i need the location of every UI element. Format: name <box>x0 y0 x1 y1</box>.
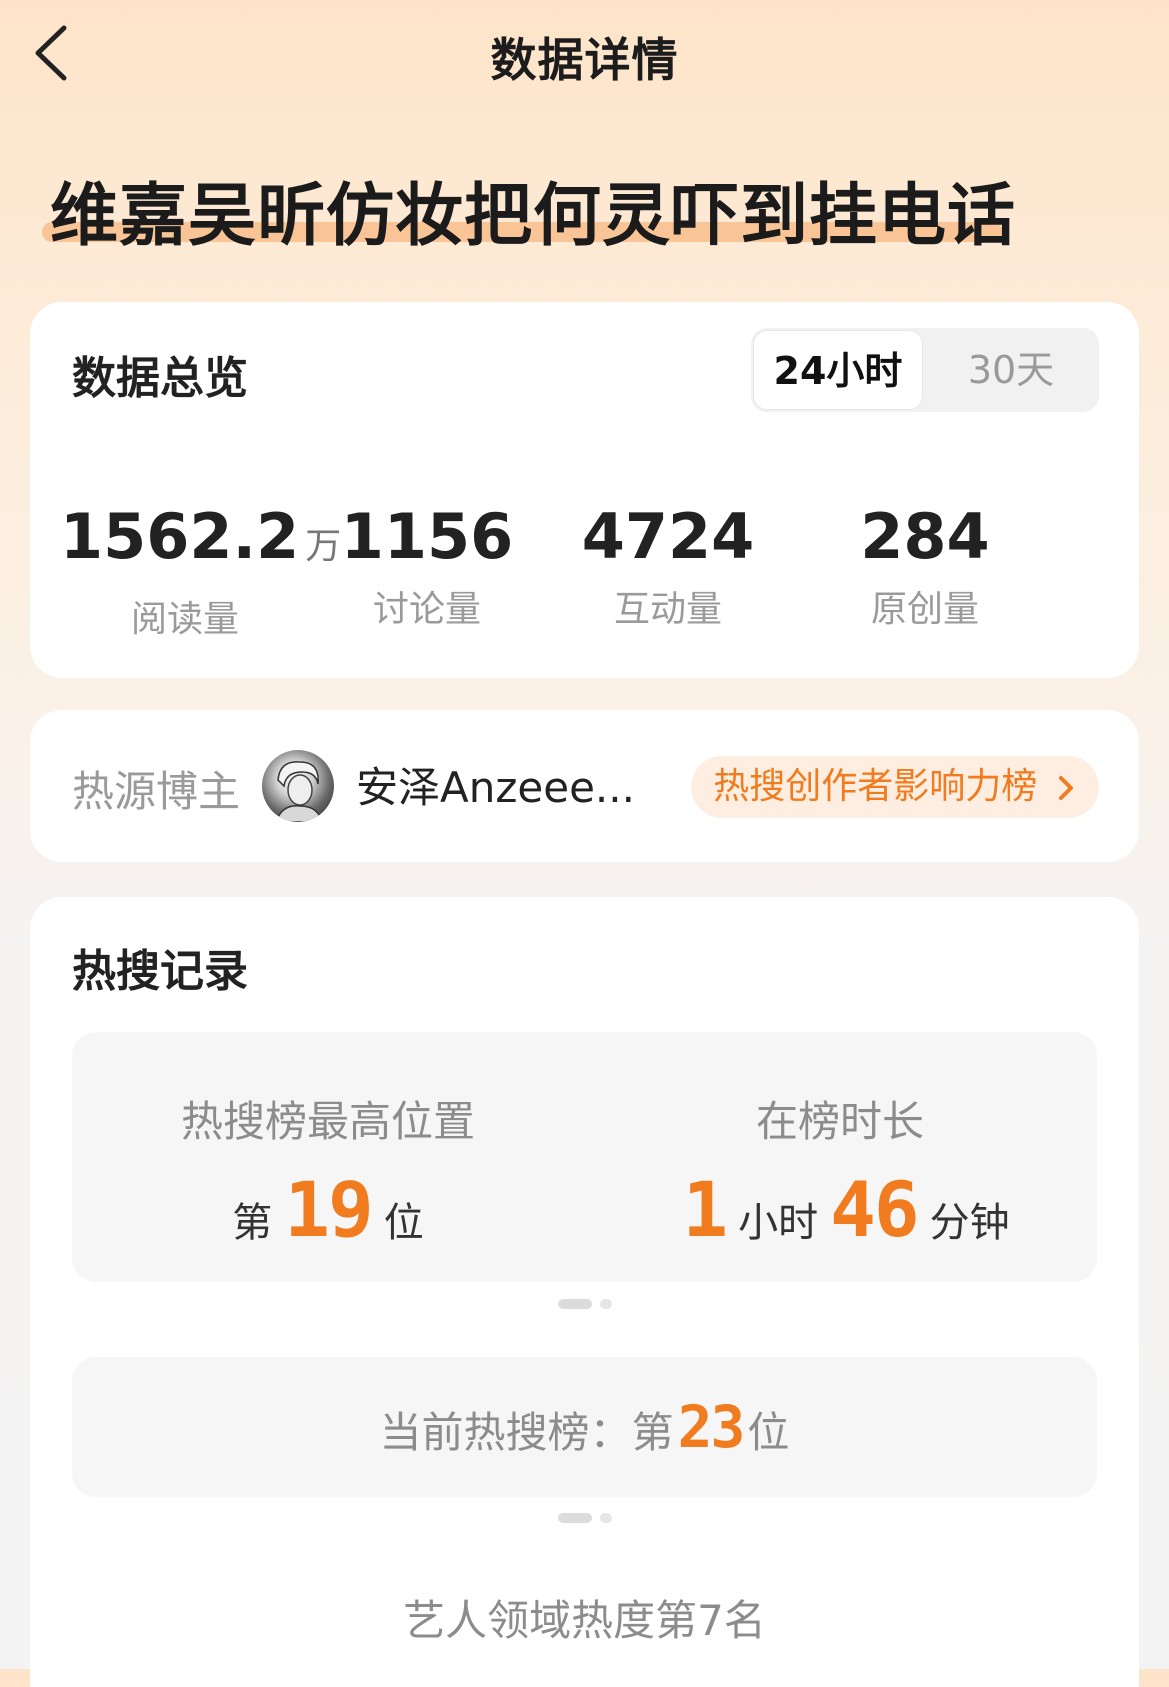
page-title: 数据详情 <box>490 33 679 87</box>
source-card: 热源博主 安泽Anzeee... 热搜创作者影响力榜 <box>30 710 1139 862</box>
stat-value: 4724 <box>581 500 755 573</box>
stat-label: 原创量 <box>870 589 979 630</box>
period-toggle: 24小时 30天 <box>751 328 1099 412</box>
stat-label: 讨论量 <box>372 589 481 630</box>
current-rank-number: 23 <box>677 1393 746 1461</box>
domain-rank: 艺人领域热度第7名 <box>403 1596 766 1645</box>
carousel-indicator-2 <box>30 1507 1139 1526</box>
peak-value: 第 19 位 <box>232 1165 424 1254</box>
duration-minutes: 46 <box>830 1165 920 1254</box>
stat-value: 1156 <box>340 500 514 573</box>
indicator-active <box>557 1298 592 1309</box>
peak-label: 热搜榜最高位置 <box>180 1097 475 1146</box>
influence-ranking-link[interactable]: 热搜创作者影响力榜 <box>691 756 1099 818</box>
author-name[interactable]: 安泽Anzeee... <box>356 754 635 815</box>
duration: 在榜时长 1 小时 46 分钟 <box>584 1032 1096 1282</box>
avatar-portrait-icon <box>275 761 323 822</box>
record-card: 热搜记录 热搜榜最高位置 第 19 位 在榜时长 1 小时 46 分钟 当前热搜榜：第23… <box>30 897 1139 1687</box>
peak-rank: 热搜榜最高位置 第 19 位 <box>72 1032 584 1282</box>
stat-reads: 1562.2 万 阅读量 <box>60 500 342 642</box>
carousel-indicator <box>30 1293 1139 1312</box>
avatar[interactable] <box>262 750 334 822</box>
record-title: 热搜记录 <box>72 946 248 997</box>
current-rank: 当前热搜榜：第23位 <box>379 1393 790 1461</box>
duration-value: 1 小时 46 分钟 <box>682 1165 1010 1254</box>
stat-discussions: 1156 讨论量 <box>302 502 552 632</box>
current-rank-panel[interactable]: 当前热搜榜：第23位 <box>72 1357 1097 1497</box>
chevron-right-icon <box>1058 776 1073 800</box>
indicator-inactive <box>599 1298 612 1309</box>
peak-rank-number: 19 <box>284 1165 374 1254</box>
record-stats-panel[interactable]: 热搜榜最高位置 第 19 位 在榜时长 1 小时 46 分钟 <box>72 1032 1097 1282</box>
topic-title: 维嘉吴昕仿妆把何灵吓到挂电话 <box>50 177 1017 256</box>
stat-value: 1562.2 万 <box>60 500 342 573</box>
stat-interactions: 4724 互动量 <box>543 502 793 632</box>
tab-24h[interactable]: 24小时 <box>753 330 923 410</box>
overview-card: 数据总览 24小时 30天 1562.2 万 阅读量 1156 讨论量 4724 … <box>30 302 1139 678</box>
stat-label: 阅读量 <box>130 599 239 640</box>
indicator-active <box>557 1512 592 1523</box>
influence-ranking-label: 热搜创作者影响力榜 <box>713 766 1038 807</box>
duration-label: 在榜时长 <box>755 1097 924 1146</box>
duration-hours: 1 <box>682 1165 728 1254</box>
stat-label: 互动量 <box>613 589 722 630</box>
current-rank-label: 当前热搜榜： <box>379 1408 632 1457</box>
stat-originals: 284 原创量 <box>800 502 1050 632</box>
source-label: 热源博主 <box>72 767 241 816</box>
indicator-inactive <box>599 1512 612 1523</box>
stat-value: 284 <box>860 500 990 573</box>
overview-title: 数据总览 <box>72 353 248 404</box>
tab-30d[interactable]: 30天 <box>923 328 1099 412</box>
